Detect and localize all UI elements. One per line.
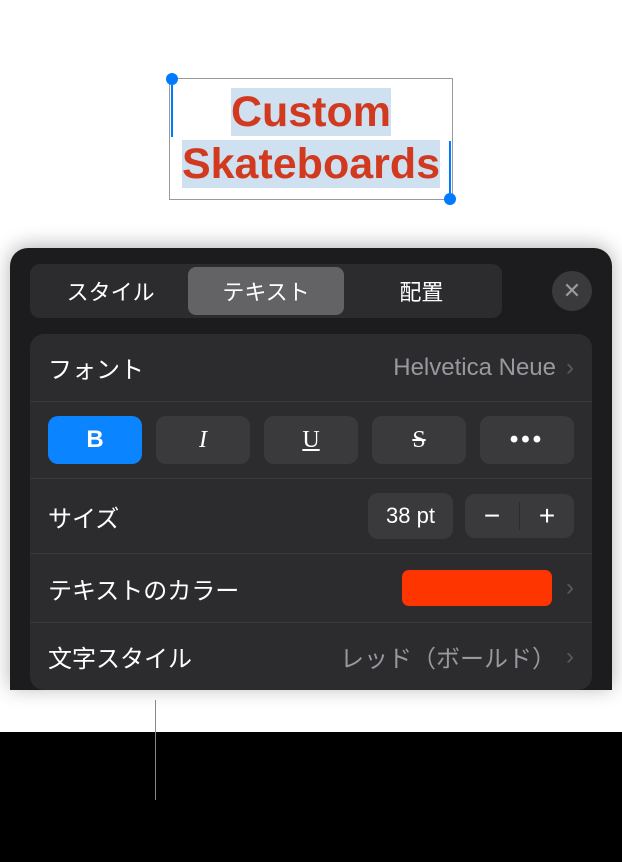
tab-bar: スタイル テキスト 配置 ✕	[10, 264, 612, 334]
callout-line	[155, 700, 156, 800]
close-button[interactable]: ✕	[552, 271, 592, 311]
tab-style[interactable]: スタイル	[33, 267, 188, 315]
size-row: サイズ 38 pt − +	[30, 479, 592, 554]
panel-body: フォント Helvetica Neue › B I U S ••• サイズ 38…	[30, 334, 592, 690]
more-dots-icon: •••	[510, 426, 544, 454]
size-increase-button[interactable]: +	[520, 494, 574, 538]
size-value-field[interactable]: 38 pt	[368, 493, 453, 539]
font-value: Helvetica Neue	[393, 354, 556, 382]
selection-handle-top-left[interactable]	[166, 73, 178, 85]
size-label: サイズ	[48, 499, 356, 534]
selection-cursor-end	[449, 141, 451, 193]
size-decrease-button[interactable]: −	[465, 494, 519, 538]
bold-button[interactable]: B	[48, 416, 142, 464]
font-label: フォント	[48, 350, 393, 385]
more-options-button[interactable]: •••	[480, 416, 574, 464]
size-stepper: − +	[465, 494, 574, 538]
bottom-background	[0, 732, 622, 862]
tab-segment-control: スタイル テキスト 配置	[30, 264, 502, 318]
text-style-buttons-row: B I U S •••	[30, 402, 592, 479]
underline-button[interactable]: U	[264, 416, 358, 464]
chevron-right-icon: ›	[566, 643, 574, 671]
format-inspector-panel: スタイル テキスト 配置 ✕ フォント Helvetica Neue › B I…	[10, 248, 612, 690]
tab-arrange[interactable]: 配置	[344, 267, 499, 315]
strikethrough-button[interactable]: S	[372, 416, 466, 464]
text-color-label: テキストのカラー	[48, 571, 402, 606]
italic-button[interactable]: I	[156, 416, 250, 464]
selected-text-box[interactable]: Custom Skateboards	[169, 78, 453, 199]
chevron-right-icon: ›	[566, 574, 574, 602]
text-color-swatch[interactable]	[402, 570, 552, 606]
selection-cursor-start	[171, 85, 173, 137]
canvas-area: Custom Skateboards	[0, 0, 622, 248]
character-style-value: レッド（ボールド）	[212, 639, 556, 674]
text-color-row[interactable]: テキストのカラー ›	[30, 554, 592, 623]
selection-handle-bottom-right[interactable]	[444, 193, 456, 205]
tab-text[interactable]: テキスト	[188, 267, 343, 315]
font-row[interactable]: フォント Helvetica Neue ›	[30, 334, 592, 402]
chevron-right-icon: ›	[566, 354, 574, 382]
character-style-row[interactable]: 文字スタイル レッド（ボールド） ›	[30, 623, 592, 690]
canvas-text-line2[interactable]: Skateboards	[182, 140, 440, 188]
canvas-text-line1[interactable]: Custom	[231, 88, 391, 136]
close-icon: ✕	[563, 278, 581, 304]
character-style-label: 文字スタイル	[48, 639, 192, 674]
